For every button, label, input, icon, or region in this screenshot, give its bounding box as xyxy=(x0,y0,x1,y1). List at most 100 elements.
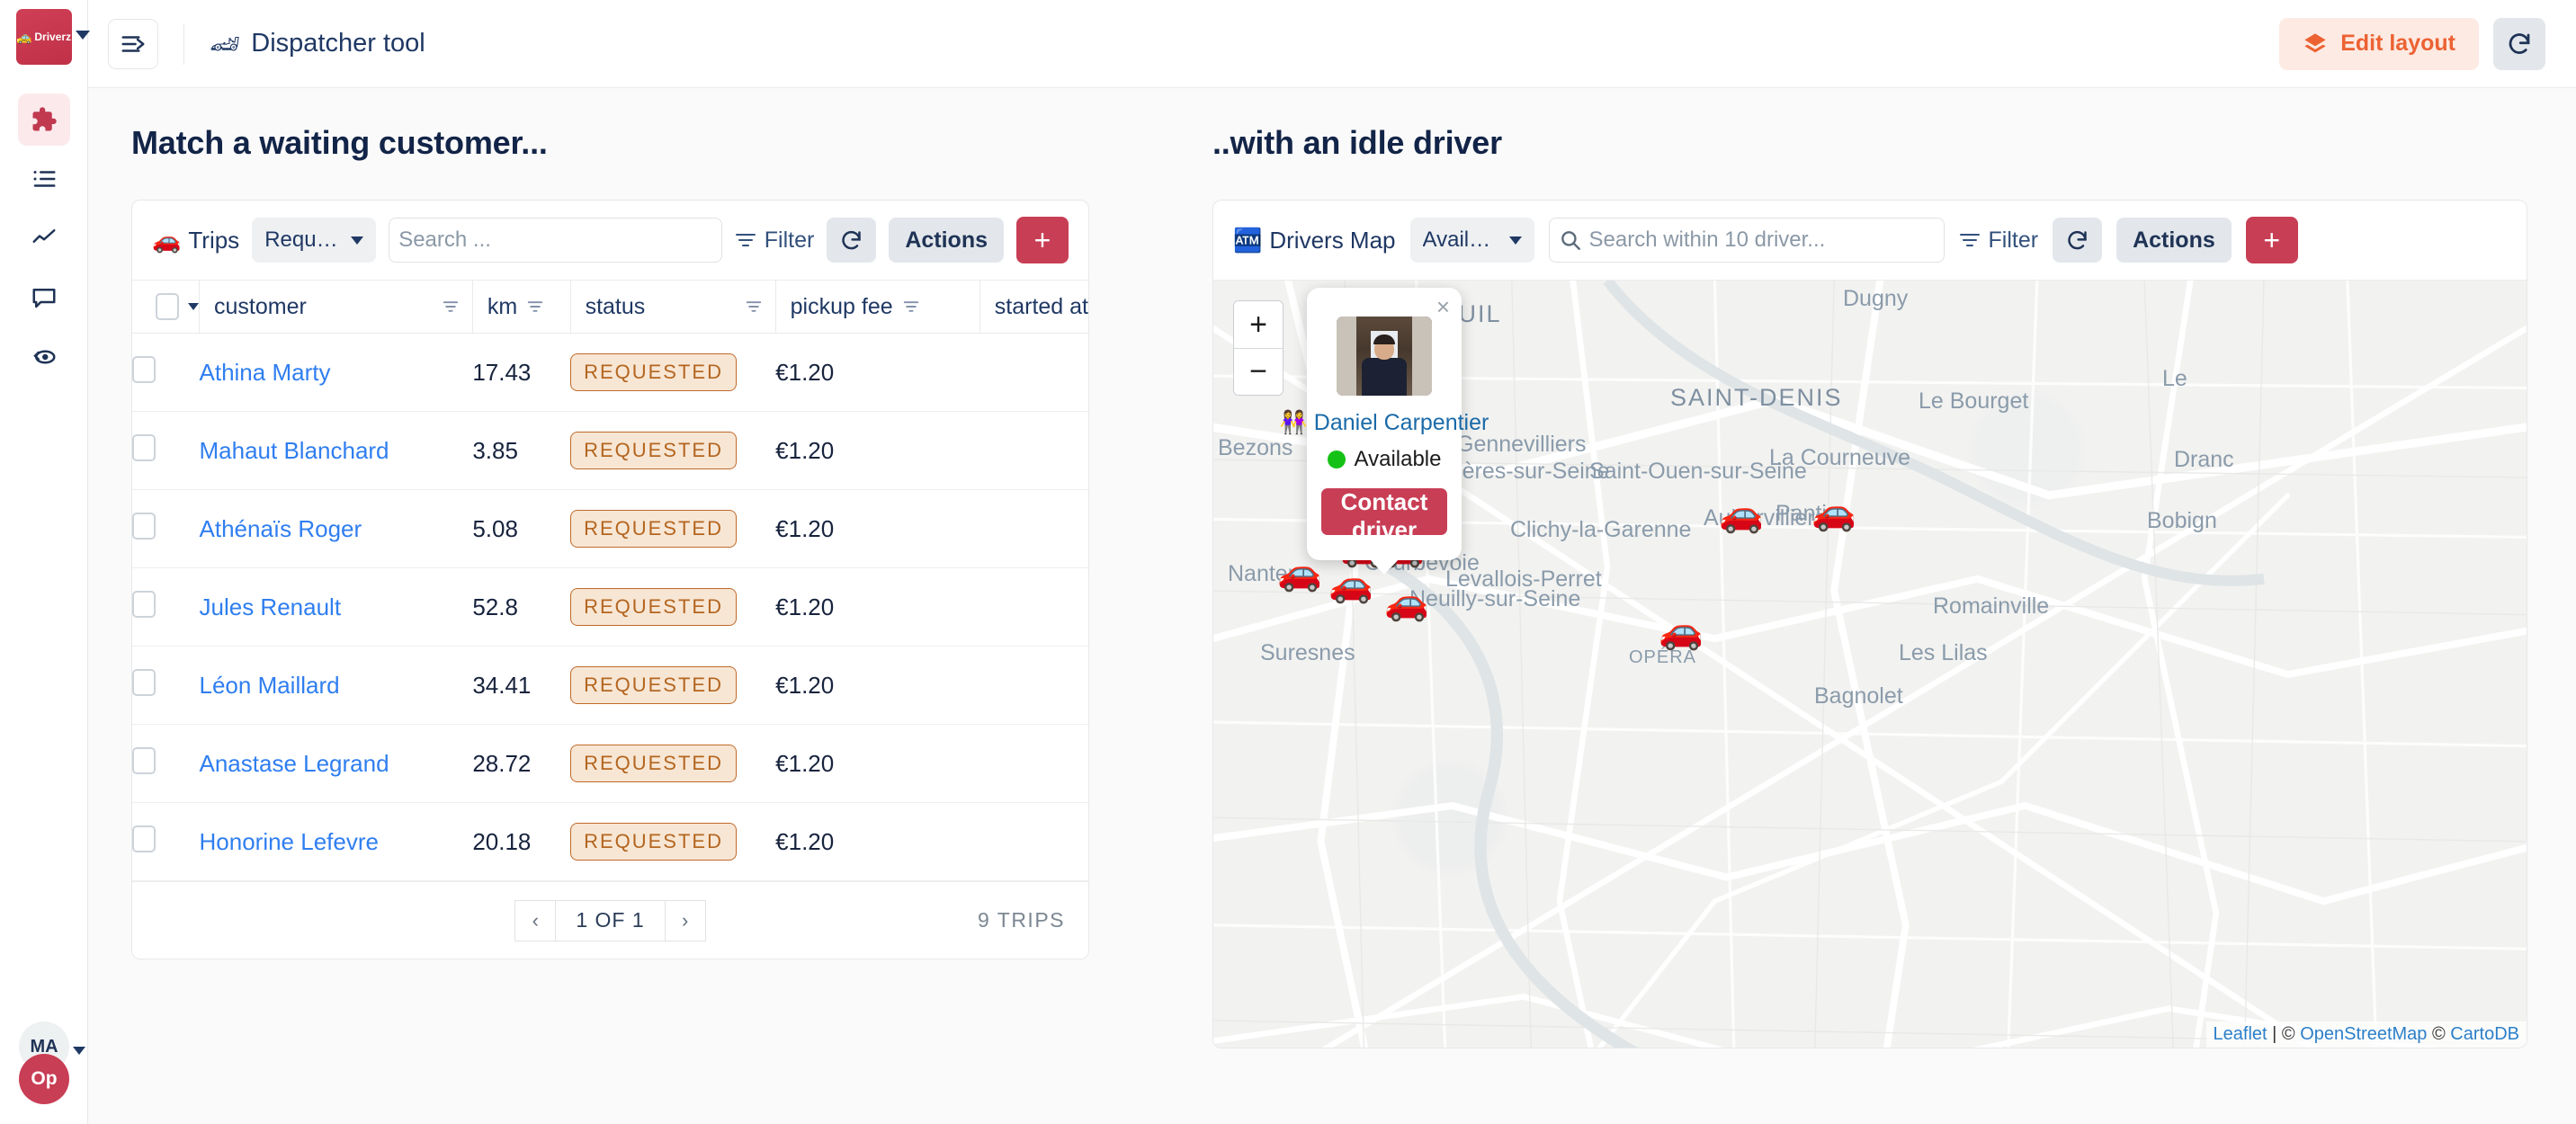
zoom-out-button[interactable]: − xyxy=(1234,348,1283,395)
drivers-refresh-button[interactable] xyxy=(2053,218,2102,263)
cell-started-at xyxy=(979,568,1088,647)
drivers-filter-button[interactable]: Filter xyxy=(1959,227,2039,254)
table-row[interactable]: Mahaut Blanchard3.85REQUESTED€1.20 xyxy=(132,412,1088,490)
table-row[interactable]: Honorine Lefevre20.18REQUESTED€1.20 xyxy=(132,803,1088,881)
osm-link[interactable]: OpenStreetMap xyxy=(2300,1024,2427,1044)
row-checkbox[interactable] xyxy=(132,356,156,383)
table-row[interactable]: Athina Marty17.43REQUESTED€1.20 xyxy=(132,334,1088,412)
sidebar: 🚕Driverz MA Op xyxy=(0,0,88,1124)
customer-link[interactable]: Athénaïs Roger xyxy=(200,515,362,542)
th-pickup-fee-label: pickup fee xyxy=(791,294,893,320)
driver-name[interactable]: 👭 Daniel Carpentier xyxy=(1321,410,1447,436)
row-select-cell[interactable] xyxy=(132,803,200,881)
contact-driver-button[interactable]: Contact driver xyxy=(1321,488,1447,535)
close-icon[interactable]: × xyxy=(1436,295,1450,318)
table-row[interactable]: Anastase Legrand28.72REQUESTED€1.20 xyxy=(132,725,1088,803)
th-pickup-fee[interactable]: pickup fee xyxy=(775,281,979,334)
next-page-button[interactable]: › xyxy=(665,900,706,941)
row-select-cell[interactable] xyxy=(132,568,200,647)
trips-filter-button[interactable]: Filter xyxy=(735,227,815,254)
chevron-down-icon xyxy=(1509,236,1522,245)
row-checkbox[interactable] xyxy=(132,591,156,618)
cell-status: REQUESTED xyxy=(570,334,775,412)
customer-link[interactable]: Athina Marty xyxy=(200,359,331,386)
row-checkbox[interactable] xyxy=(132,669,156,696)
cell-km: 5.08 xyxy=(472,490,570,568)
edit-layout-label: Edit layout xyxy=(2340,31,2455,57)
drivers-add-button[interactable]: + xyxy=(2246,217,2298,263)
brand-logo[interactable]: 🚕Driverz xyxy=(16,9,72,65)
map-canvas[interactable]: + − ARGENTEUIL SAINT-DENIS Dugny Le Bour… xyxy=(1213,281,2527,1048)
edit-layout-button[interactable]: Edit layout xyxy=(2279,18,2479,70)
role-badge[interactable]: Op xyxy=(19,1054,69,1104)
row-checkbox[interactable] xyxy=(132,825,156,852)
row-select-cell[interactable] xyxy=(132,412,200,490)
driver-availability-filter[interactable]: Availab… xyxy=(1410,218,1534,263)
th-customer-label: customer xyxy=(214,294,307,320)
drivers-search[interactable] xyxy=(1549,218,1945,263)
table-row[interactable]: Léon Maillard34.41REQUESTED€1.20 xyxy=(132,647,1088,725)
sidebar-item-list[interactable] xyxy=(18,153,70,205)
chevron-down-icon[interactable] xyxy=(188,303,199,310)
row-select-cell[interactable] xyxy=(132,725,200,803)
trips-status-filter[interactable]: Reques… xyxy=(252,218,376,263)
row-checkbox[interactable] xyxy=(132,513,156,540)
trips-refresh-button[interactable] xyxy=(827,218,876,263)
column-filter-icon[interactable] xyxy=(745,299,763,314)
trips-actions-button[interactable]: Actions xyxy=(889,218,1004,263)
prev-page-button[interactable]: ‹ xyxy=(514,900,556,941)
sidebar-item-messages[interactable] xyxy=(18,272,70,324)
menu-toggle-button[interactable] xyxy=(108,19,158,69)
trips-search-input[interactable] xyxy=(398,227,712,253)
th-started-at-label: started at xyxy=(995,294,1088,320)
th-customer[interactable]: customer xyxy=(200,281,473,334)
row-select-cell[interactable] xyxy=(132,334,200,412)
sidebar-item-analytics[interactable] xyxy=(18,212,70,264)
drivers-heading: ..with an idle driver xyxy=(1212,124,2527,162)
customer-link[interactable]: Léon Maillard xyxy=(200,672,340,699)
page-title-text: Dispatcher tool xyxy=(251,29,425,58)
chevron-down-icon[interactable] xyxy=(73,1047,85,1055)
column-filter-icon[interactable] xyxy=(526,299,544,314)
table-header-row: customer km xyxy=(132,281,1088,334)
chevron-down-icon[interactable] xyxy=(76,31,90,40)
customer-link[interactable]: Mahaut Blanchard xyxy=(200,437,389,464)
row-select-cell[interactable] xyxy=(132,490,200,568)
th-status-label: status xyxy=(586,294,646,320)
table-row[interactable]: Jules Renault52.8REQUESTED€1.20 xyxy=(132,568,1088,647)
th-status[interactable]: status xyxy=(570,281,775,334)
carto-link[interactable]: CartoDB xyxy=(2450,1024,2519,1044)
chevron-down-icon xyxy=(351,236,363,245)
table-row[interactable]: Athénaïs Roger5.08REQUESTED€1.20 xyxy=(132,490,1088,568)
th-started-at[interactable]: started at xyxy=(979,281,1088,334)
cell-customer: Anastase Legrand xyxy=(200,725,473,803)
th-select-all[interactable] xyxy=(132,281,200,334)
map-icon: 🏧 xyxy=(1233,227,1262,254)
copyright-icon: © xyxy=(2282,1024,2295,1044)
sidebar-item-puzzle[interactable] xyxy=(18,94,70,146)
column-filter-icon[interactable] xyxy=(902,299,920,314)
cell-pickup-fee: €1.20 xyxy=(775,725,979,803)
role-badge-label: Op xyxy=(31,1068,57,1090)
row-select-cell[interactable] xyxy=(132,647,200,725)
trips-search[interactable] xyxy=(389,218,722,263)
zoom-in-button[interactable]: + xyxy=(1234,301,1283,348)
customer-link[interactable]: Jules Renault xyxy=(200,593,342,620)
cell-km: 28.72 xyxy=(472,725,570,803)
customer-link[interactable]: Anastase Legrand xyxy=(200,750,389,777)
filter-icon xyxy=(735,231,756,249)
row-checkbox[interactable] xyxy=(132,434,156,461)
column-filter-icon[interactable] xyxy=(442,299,460,314)
leaflet-link[interactable]: Leaflet xyxy=(2214,1024,2267,1044)
customer-link[interactable]: Honorine Lefevre xyxy=(200,828,379,855)
row-checkbox[interactable] xyxy=(132,747,156,774)
trips-add-button[interactable]: + xyxy=(1016,217,1069,263)
refresh-button[interactable] xyxy=(2493,18,2545,70)
drivers-search-input[interactable] xyxy=(1589,227,1935,253)
drivers-actions-button[interactable]: Actions xyxy=(2116,218,2232,263)
select-all-checkbox[interactable] xyxy=(156,293,179,320)
trips-status-filter-value: Reques… xyxy=(264,227,340,253)
trips-toolbar: 🚗 Trips Reques… Filter xyxy=(132,201,1088,281)
sidebar-item-history[interactable] xyxy=(18,331,70,383)
th-km[interactable]: km xyxy=(472,281,570,334)
